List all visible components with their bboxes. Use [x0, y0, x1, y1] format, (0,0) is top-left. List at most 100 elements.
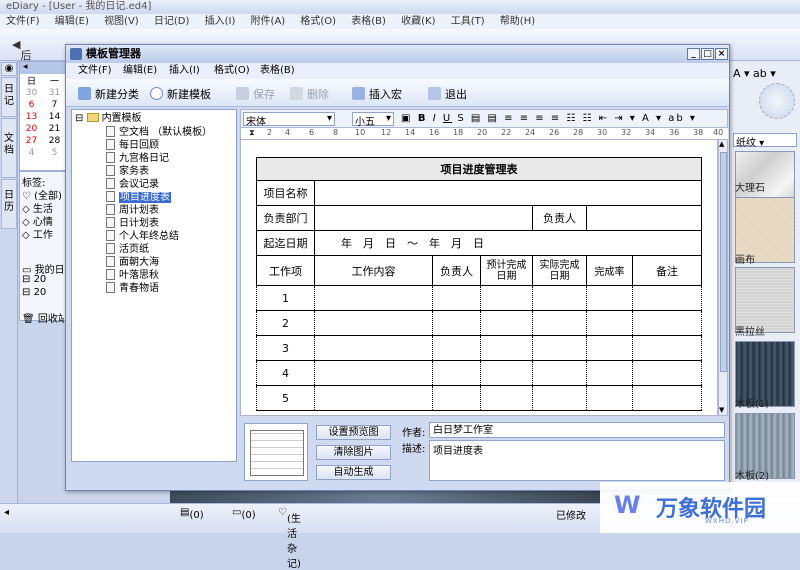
scroll-down-icon[interactable]: ▼ [719, 406, 724, 415]
cal-day[interactable]: 13 [20, 111, 43, 123]
tree-item[interactable]: 九宫格日记 [106, 152, 169, 165]
tree-item[interactable]: 活页纸 [106, 243, 149, 256]
cal-day[interactable]: 21 [43, 123, 66, 135]
new-category-button[interactable]: 新建分类 [78, 86, 139, 102]
table-cell[interactable] [432, 285, 481, 311]
app-menu-insert[interactable]: 插入(I) [205, 16, 236, 27]
app-menu-view[interactable]: 视图(V) [104, 16, 139, 27]
scroll-thumb[interactable] [720, 152, 727, 372]
table-cell[interactable] [432, 335, 481, 361]
table-cell[interactable] [532, 335, 587, 361]
new-template-button[interactable]: 新建模板 [150, 86, 211, 102]
tree-item[interactable]: 个人年终总结 [106, 230, 179, 243]
table-cell[interactable] [586, 385, 633, 411]
cal-day[interactable]: 28 [43, 135, 66, 147]
table-cell[interactable] [480, 335, 533, 361]
dialog-menu-file[interactable]: 文件(F) [78, 63, 112, 79]
tree-root[interactable]: ⊟ 内置模板 [75, 112, 142, 125]
period-value[interactable]: 年 月 日 ～ 年 月 日 [314, 230, 702, 256]
set-preview-button[interactable]: 设置预览图 [316, 425, 391, 440]
recycle-bin[interactable]: 🗑 回收站 [22, 310, 64, 323]
table-cell[interactable] [432, 385, 481, 411]
table-cell[interactable] [632, 360, 702, 386]
tree-item[interactable]: 家务表 [106, 165, 149, 178]
clear-image-button[interactable]: 清除图片 [316, 445, 391, 460]
table-cell[interactable] [586, 310, 633, 336]
cal-day[interactable]: 20 [20, 123, 43, 135]
table-cell[interactable] [632, 285, 702, 311]
table-cell[interactable] [532, 310, 587, 336]
cal-day[interactable]: 31 [43, 87, 66, 99]
table-cell[interactable] [432, 310, 481, 336]
cal-day[interactable]: 14 [43, 111, 66, 123]
table-cell[interactable] [480, 285, 533, 311]
app-menu-help[interactable]: 帮助(H) [500, 16, 535, 27]
save-button[interactable]: 保存 [236, 86, 275, 102]
dialog-menu-format[interactable]: 格式(O) [214, 63, 250, 79]
minimize-button[interactable]: _ [687, 48, 700, 60]
diary-tree-item[interactable]: ⊟ 20 [22, 287, 64, 300]
app-menu-table[interactable]: 表格(B) [351, 16, 386, 27]
app-menu-edit[interactable]: 编辑(E) [55, 16, 89, 27]
tree-item-selected[interactable]: 项目进度表 [106, 191, 171, 204]
tree-item[interactable]: 叶落思秋 [106, 269, 159, 282]
table-cell[interactable] [314, 335, 433, 361]
app-menu-format[interactable]: 格式(O) [300, 16, 336, 27]
cal-day[interactable]: 4 [20, 147, 43, 159]
table-cell[interactable] [532, 385, 587, 411]
back-button[interactable]: ◀ 后退 [12, 38, 31, 78]
table-cell[interactable] [586, 285, 633, 311]
table-cell[interactable] [314, 360, 433, 386]
table-cell[interactable] [632, 310, 702, 336]
diary-tree-item[interactable]: ▭ 我的日 [22, 261, 64, 274]
maximize-button[interactable]: □ [701, 48, 714, 60]
table-cell[interactable] [480, 360, 533, 386]
calendar-nav[interactable]: ◂ [20, 62, 66, 74]
app-menu-file[interactable]: 文件(F) [6, 16, 40, 27]
cal-day[interactable]: 6 [20, 99, 43, 111]
insert-macro-button[interactable]: 插入宏 [352, 86, 402, 102]
texture-select[interactable]: 纸纹 ▾ [733, 133, 797, 149]
format-buttons[interactable]: ▣ B I U S ▤ ▤ ≡ ≡ ≡ ≡ ☷ ☷ ⇤ ⇥ ▾ A ▾ ab ▾ [401, 113, 697, 124]
template-editor[interactable]: 项目进度管理表 项目名称 负责部门 负责人 起迄日期年 月 日 ～ 年 月 日 工… [240, 139, 718, 416]
author-input[interactable]: 白日梦工作室 [429, 422, 725, 438]
tab-docs[interactable]: 文档 [1, 118, 17, 178]
table-cell[interactable] [314, 285, 433, 311]
dialog-menu-insert[interactable]: 插入(I) [169, 63, 200, 79]
auto-generate-button[interactable]: 自动生成 [316, 465, 391, 480]
tag-item[interactable]: ♡ (全部) [22, 187, 64, 200]
tree-item[interactable]: 会议记录 [106, 178, 159, 191]
cal-day[interactable]: 5 [43, 147, 66, 159]
indent-marker-icon[interactable]: ⧗ [249, 128, 255, 138]
tab-diary[interactable]: 日记 [1, 77, 17, 117]
table-cell[interactable] [314, 385, 433, 411]
tag-item[interactable]: ◇ 工作 [22, 226, 64, 239]
cal-day[interactable]: 27 [20, 135, 43, 147]
department-cell[interactable] [314, 205, 533, 231]
table-cell[interactable] [632, 335, 702, 361]
nav-icon[interactable]: ◉ [1, 62, 17, 76]
tree-item[interactable]: 空文档 （默认模板） [106, 126, 212, 139]
exit-button[interactable]: 退出 [428, 86, 467, 102]
table-cell[interactable] [432, 360, 481, 386]
close-button[interactable]: × [715, 48, 728, 60]
project-name-cell[interactable] [314, 180, 702, 206]
dialog-menu-table[interactable]: 表格(B) [260, 63, 295, 79]
tree-item[interactable]: 每日回顾 [106, 139, 159, 152]
right-format-icons[interactable]: A ▾ ab ▾ [733, 67, 776, 80]
app-menu-attach[interactable]: 附件(A) [251, 16, 286, 27]
tab-calendar[interactable]: 日历 [1, 179, 17, 229]
table-cell[interactable] [314, 310, 433, 336]
tree-item[interactable]: 青春物语 [106, 282, 159, 295]
app-menu-fav[interactable]: 收藏(K) [401, 16, 435, 27]
table-cell[interactable] [532, 285, 587, 311]
table-cell[interactable] [586, 335, 633, 361]
delete-button[interactable]: 删除 [290, 86, 329, 102]
app-menu-diary[interactable]: 日记(D) [154, 16, 190, 27]
table-cell[interactable] [586, 360, 633, 386]
app-menu-tools[interactable]: 工具(T) [451, 16, 485, 27]
font-select[interactable]: 宋体 ▾ [243, 112, 335, 128]
editor-scrollbar[interactable]: ▲ ▼ [718, 139, 728, 416]
dialog-menu-edit[interactable]: 编辑(E) [123, 63, 157, 79]
table-cell[interactable] [532, 360, 587, 386]
